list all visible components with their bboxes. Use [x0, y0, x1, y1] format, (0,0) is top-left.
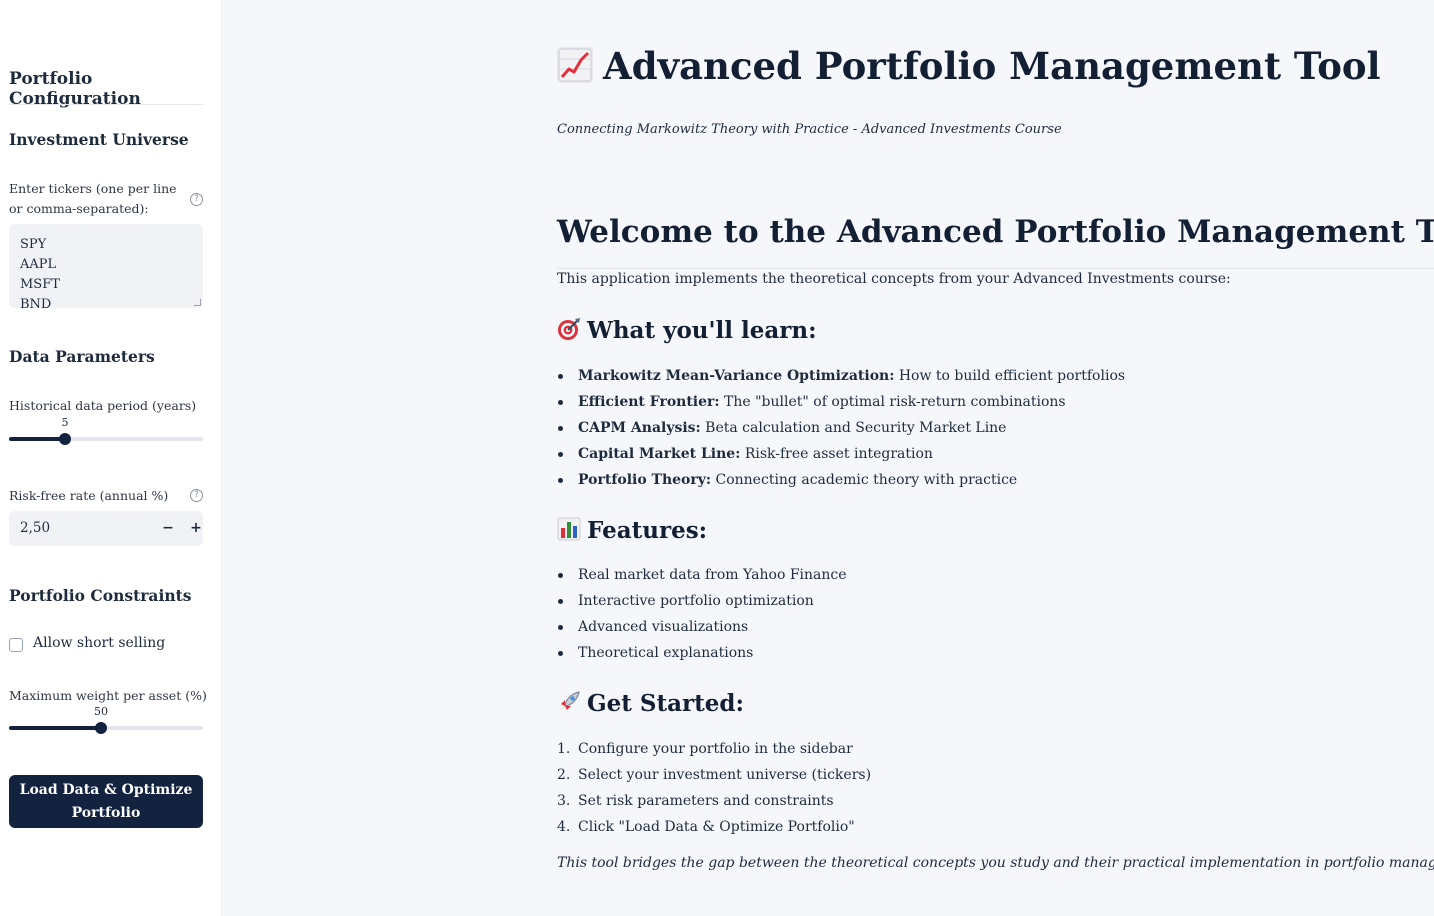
- increment-button[interactable]: +: [185, 517, 207, 539]
- features-heading: Features:: [557, 517, 707, 544]
- list-item: Efficient Frontier: The "bullet" of opti…: [557, 389, 1125, 415]
- get-started-heading-text: Get Started:: [587, 690, 744, 717]
- sidebar-divider: [9, 104, 203, 105]
- period-slider[interactable]: [9, 433, 203, 445]
- sidebar-title: Portfolio Configuration: [9, 69, 141, 109]
- short-selling-label[interactable]: Allow short selling: [33, 635, 165, 651]
- data-parameters-heading: Data Parameters: [9, 347, 155, 366]
- footer-note: This tool bridges the gap between the th…: [557, 855, 1434, 871]
- welcome-heading: Welcome to the Advanced Portfolio Manage…: [557, 214, 1434, 250]
- max-weight-slider-thumb[interactable]: [95, 722, 107, 734]
- max-weight-slider-value: 50: [94, 705, 108, 718]
- risk-free-value[interactable]: 2,50: [20, 520, 50, 536]
- list-item: 4. Click "Load Data & Optimize Portfolio": [557, 819, 855, 835]
- max-weight-label: Maximum weight per asset (%): [9, 688, 207, 703]
- tickers-label: Enter tickers (one per line or comma-sep…: [9, 181, 177, 216]
- tickers-help-icon[interactable]: ?: [190, 193, 203, 206]
- target-icon: [557, 317, 581, 341]
- period-slider-fill: [9, 437, 65, 441]
- list-item: 3. Set risk parameters and constraints: [557, 793, 834, 809]
- page-title: Advanced Portfolio Management Tool: [557, 44, 1381, 88]
- load-optimize-button[interactable]: Load Data & Optimize Portfolio: [9, 775, 203, 828]
- resize-grip-icon[interactable]: [194, 299, 201, 306]
- risk-free-help-icon[interactable]: ?: [190, 489, 203, 502]
- tickers-textarea[interactable]: SPY AAPL MSFT BND: [9, 224, 203, 308]
- learn-heading-text: What you'll learn:: [587, 317, 817, 344]
- get-started-heading: Get Started:: [557, 690, 744, 717]
- investment-universe-heading: Investment Universe: [9, 130, 189, 149]
- list-item: Markowitz Mean-Variance Optimization: Ho…: [557, 363, 1125, 389]
- ticker-line: BND: [20, 297, 52, 308]
- list-item: Advanced visualizations: [557, 614, 847, 640]
- short-selling-checkbox[interactable]: [9, 638, 23, 652]
- list-item: Portfolio Theory: Connecting academic th…: [557, 467, 1125, 493]
- list-item: CAPM Analysis: Beta calculation and Secu…: [557, 415, 1125, 441]
- max-weight-slider[interactable]: [9, 722, 203, 734]
- learn-heading: What you'll learn:: [557, 317, 817, 344]
- main-content: Advanced Portfolio Management Tool Conne…: [222, 0, 1434, 916]
- features-list: Real market data from Yahoo Finance Inte…: [557, 562, 847, 666]
- bar-chart-icon: [557, 517, 581, 541]
- list-item: Capital Market Line: Risk-free asset int…: [557, 441, 1125, 467]
- intro-text: This application implements the theoreti…: [557, 271, 1231, 287]
- period-slider-thumb[interactable]: [59, 433, 71, 445]
- sidebar: Portfolio Configuration Investment Unive…: [0, 0, 222, 916]
- steps-list: 1. Configure your portfolio in the sideba…: [557, 736, 871, 840]
- risk-free-label: Risk-free rate (annual %): [9, 488, 169, 503]
- period-label: Historical data period (years): [9, 398, 197, 413]
- page-title-text: Advanced Portfolio Management Tool: [603, 44, 1381, 88]
- portfolio-constraints-heading: Portfolio Constraints: [9, 586, 192, 605]
- heading-rule: [557, 268, 1434, 269]
- chart-increasing-icon: [557, 47, 593, 83]
- ticker-line: AAPL: [20, 257, 57, 272]
- period-slider-value: 5: [61, 416, 69, 429]
- max-weight-slider-fill: [9, 726, 101, 730]
- list-item: Theoretical explanations: [557, 640, 847, 666]
- ticker-line: MSFT: [20, 277, 60, 292]
- list-item: Real market data from Yahoo Finance: [557, 562, 847, 588]
- risk-free-input[interactable]: 2,50 − +: [9, 511, 203, 546]
- features-heading-text: Features:: [587, 517, 708, 544]
- list-item: Interactive portfolio optimization: [557, 588, 847, 614]
- decrement-button[interactable]: −: [157, 517, 179, 539]
- list-item: 1. Configure your portfolio in the sideba…: [557, 741, 853, 757]
- learn-list: Markowitz Mean-Variance Optimization: Ho…: [557, 363, 1125, 493]
- list-item: 2. Select your investment universe (ticke…: [557, 767, 872, 783]
- ticker-line: SPY: [20, 237, 47, 252]
- page-subtitle: Connecting Markowitz Theory with Practic…: [557, 122, 1062, 137]
- rocket-icon: [557, 690, 581, 714]
